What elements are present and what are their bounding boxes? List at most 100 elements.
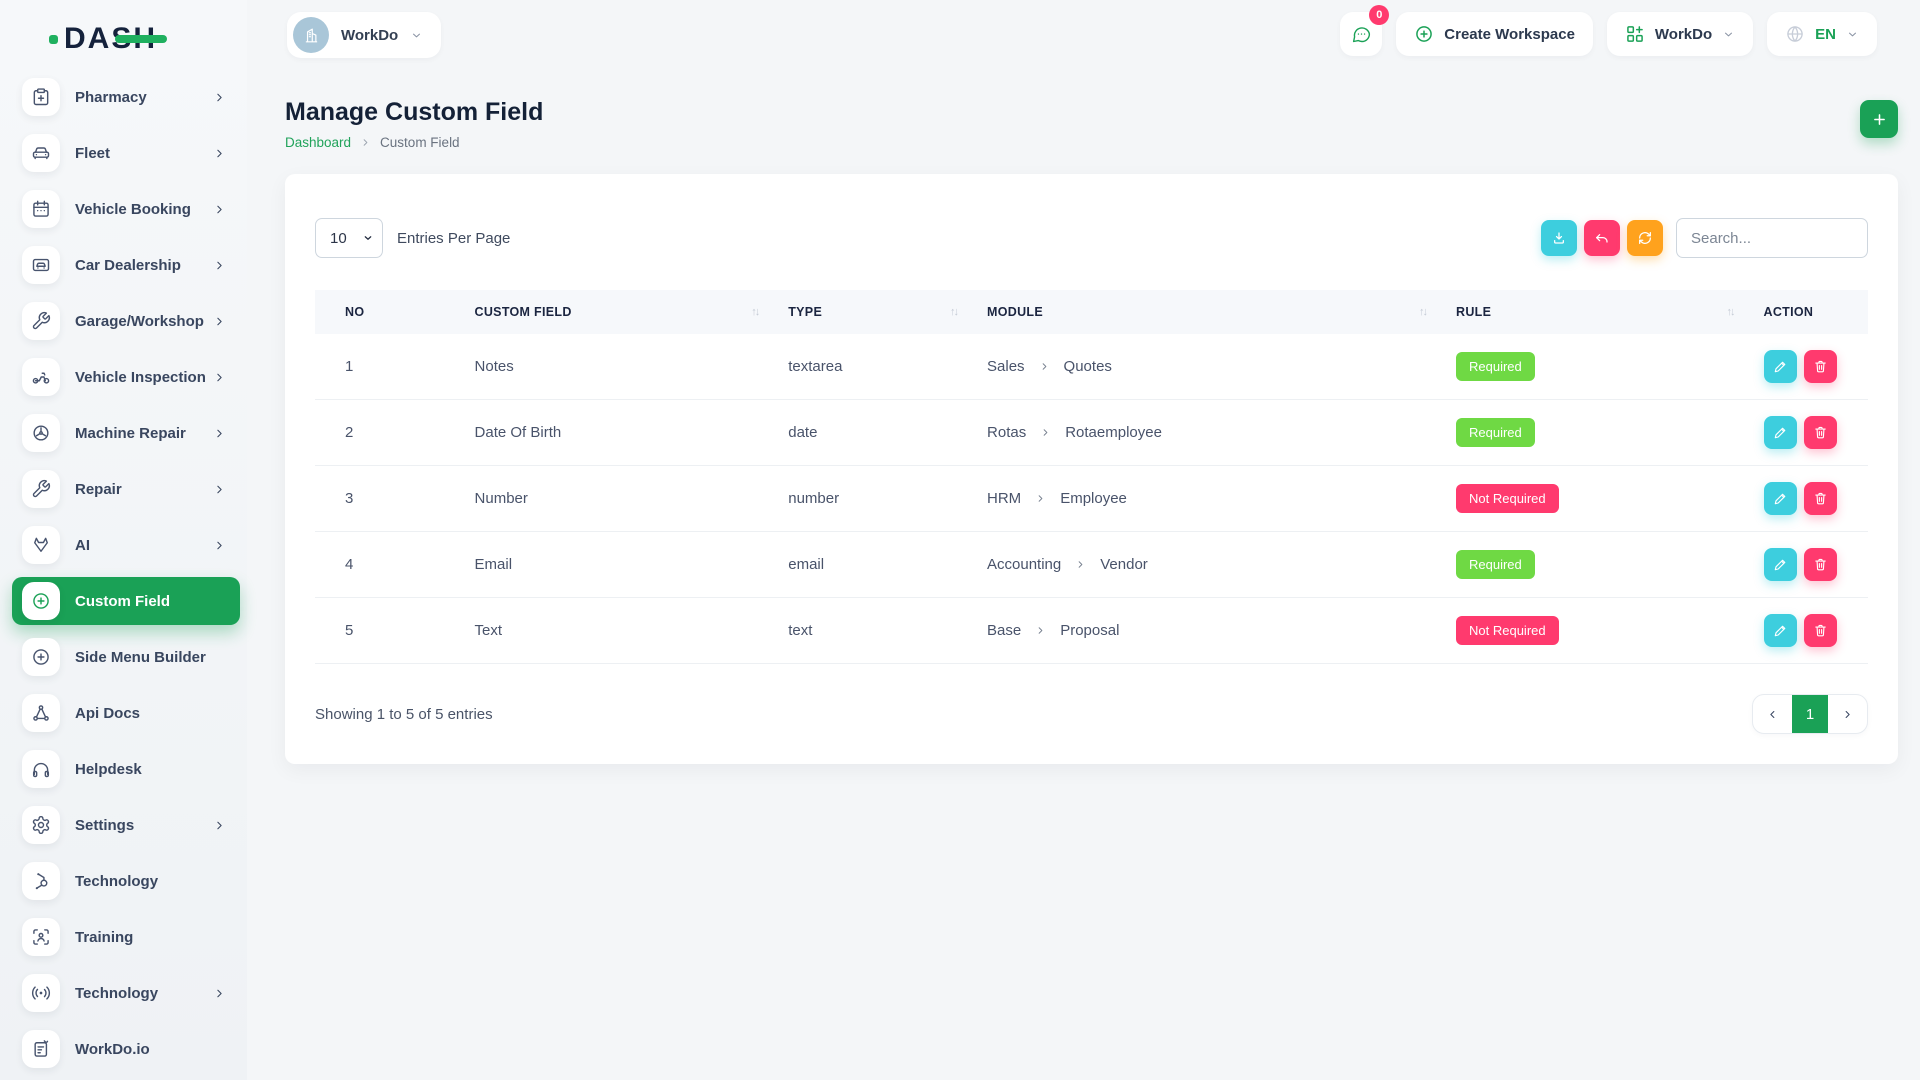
sidebar: DASH Pharmacy Fleet Vehicle Booking Car …	[0, 0, 247, 1080]
sidebar-item-label: Settings	[75, 817, 134, 834]
fox-icon	[22, 526, 60, 564]
delete-button[interactable]	[1804, 350, 1837, 383]
reset-undo-button[interactable]	[1584, 220, 1620, 256]
table-row: 1 Notes textarea SalesQuotes Required	[315, 334, 1868, 400]
entries-per-page-select[interactable]: 10	[315, 218, 383, 258]
current-page[interactable]: 1	[1792, 695, 1828, 733]
delete-button[interactable]	[1804, 548, 1837, 581]
edit-button[interactable]	[1764, 548, 1797, 581]
edit-button[interactable]	[1764, 416, 1797, 449]
column-header-module[interactable]: MODULE↑↓	[975, 290, 1444, 334]
sidebar-item-side-menu-builder[interactable]: Side Menu Builder	[12, 633, 240, 681]
chevron-right-icon	[1841, 708, 1854, 721]
motorcycle-icon	[22, 358, 60, 396]
column-header-type[interactable]: TYPE↑↓	[776, 290, 975, 334]
cell-custom-field: Date Of Birth	[463, 400, 777, 466]
messages-button[interactable]: 0	[1340, 12, 1382, 56]
sidebar-item-workdo-io[interactable]: WorkDo.io	[12, 1025, 240, 1073]
breadcrumb: Dashboard Custom Field	[285, 135, 543, 150]
table-row: 2 Date Of Birth date RotasRotaemployee R…	[315, 400, 1868, 466]
sidebar-item-garage-workshop[interactable]: Garage/Workshop	[12, 297, 240, 345]
cell-no: 3	[315, 466, 463, 532]
refresh-icon	[1637, 230, 1653, 246]
search-input[interactable]	[1676, 218, 1868, 258]
sort-icon: ↑↓	[1419, 306, 1432, 318]
cell-action	[1752, 466, 1869, 532]
refresh-button[interactable]	[1627, 220, 1663, 256]
edit-button[interactable]	[1764, 482, 1797, 515]
delete-button[interactable]	[1804, 614, 1837, 647]
chevron-right-icon	[213, 315, 226, 328]
sidebar-item-vehicle-inspection[interactable]: Vehicle Inspection	[12, 353, 240, 401]
plus-circle-icon	[1414, 24, 1434, 44]
previous-page-button[interactable]	[1753, 695, 1792, 733]
cell-type: textarea	[776, 334, 975, 400]
cell-module: RotasRotaemployee	[975, 400, 1444, 466]
export-download-button[interactable]	[1541, 220, 1577, 256]
sidebar-item-label: Repair	[75, 481, 122, 498]
sidebar-item-ai[interactable]: AI	[12, 521, 240, 569]
delete-button[interactable]	[1804, 482, 1837, 515]
sidebar-item-technology[interactable]: Technology	[12, 857, 240, 905]
cell-module: HRMEmployee	[975, 466, 1444, 532]
column-header-custom-field[interactable]: CUSTOM FIELD↑↓	[463, 290, 777, 334]
sidebar-item-training[interactable]: Training	[12, 913, 240, 961]
trash-icon	[1813, 425, 1828, 440]
chevron-left-icon	[1766, 708, 1779, 721]
trash-icon	[1813, 359, 1828, 374]
sidebar-item-helpdesk[interactable]: Helpdesk	[12, 745, 240, 793]
cell-custom-field: Email	[463, 532, 777, 598]
sidebar-item-vehicle-booking[interactable]: Vehicle Booking	[12, 185, 240, 233]
app-switcher-label: WorkDo	[1655, 26, 1712, 43]
table-toolbar: 10 Entries Per Page	[315, 218, 1868, 258]
cell-no: 4	[315, 532, 463, 598]
plus-icon	[1871, 111, 1888, 128]
chevron-right-icon	[213, 203, 226, 216]
sidebar-item-repair[interactable]: Repair	[12, 465, 240, 513]
workspace-selector[interactable]: WorkDo	[287, 12, 441, 58]
pencil-icon	[1773, 359, 1788, 374]
sidebar-item-fleet[interactable]: Fleet	[12, 129, 240, 177]
column-header-no: NO	[315, 290, 463, 334]
workspace-name: WorkDo	[341, 27, 398, 44]
cell-rule: Required	[1444, 532, 1751, 598]
sidebar-item-label: Technology	[75, 985, 158, 1002]
chevron-right-icon	[213, 483, 226, 496]
chevron-right-icon	[1075, 559, 1086, 570]
chevron-right-icon	[1040, 427, 1051, 438]
sidebar-item-machine-repair[interactable]: Machine Repair	[12, 409, 240, 457]
create-workspace-button[interactable]: Create Workspace	[1396, 12, 1593, 56]
sidebar-item-custom-field[interactable]: Custom Field	[12, 577, 240, 625]
table-footer: Showing 1 to 5 of 5 entries 1	[315, 694, 1868, 734]
column-header-rule[interactable]: RULE↑↓	[1444, 290, 1751, 334]
cell-rule: Not Required	[1444, 598, 1751, 664]
sidebar-item-technology-2[interactable]: Technology	[12, 969, 240, 1017]
language-selector[interactable]: EN	[1767, 12, 1877, 56]
download-icon	[1551, 230, 1567, 246]
cell-custom-field: Notes	[463, 334, 777, 400]
app-switcher-button[interactable]: WorkDo	[1607, 12, 1753, 56]
cell-type: number	[776, 466, 975, 532]
page-title: Manage Custom Field	[285, 98, 543, 127]
cell-module: SalesQuotes	[975, 334, 1444, 400]
rule-badge: Not Required	[1456, 616, 1559, 645]
sidebar-item-car-dealership[interactable]: Car Dealership	[12, 241, 240, 289]
chevron-down-icon	[1846, 28, 1859, 41]
add-custom-field-button[interactable]	[1860, 100, 1898, 138]
sidebar-item-pharmacy[interactable]: Pharmacy	[12, 73, 240, 121]
sidebar-item-label: Garage/Workshop	[75, 313, 204, 330]
pencil-icon	[1773, 425, 1788, 440]
main-content: Manage Custom Field Dashboard Custom Fie…	[247, 98, 1920, 764]
next-page-button[interactable]	[1828, 695, 1867, 733]
breadcrumb-dashboard-link[interactable]: Dashboard	[285, 135, 351, 150]
edit-button[interactable]	[1764, 614, 1797, 647]
edit-button[interactable]	[1764, 350, 1797, 383]
sidebar-item-api-docs[interactable]: Api Docs	[12, 689, 240, 737]
sidebar-item-settings[interactable]: Settings	[12, 801, 240, 849]
table-header-row: NO CUSTOM FIELD↑↓ TYPE↑↓ MODULE↑↓ RULE↑↓…	[315, 290, 1868, 334]
delete-button[interactable]	[1804, 416, 1837, 449]
chevron-right-icon	[213, 427, 226, 440]
sort-icon: ↑↓	[950, 306, 963, 318]
cell-module: AccountingVendor	[975, 532, 1444, 598]
pencil-icon	[1773, 491, 1788, 506]
